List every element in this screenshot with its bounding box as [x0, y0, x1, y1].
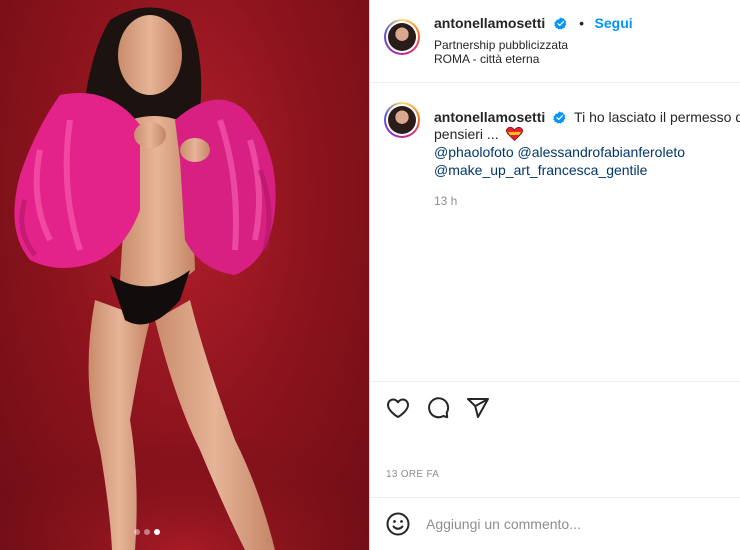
caption-text-cont: pensieri ... [434, 126, 499, 142]
caption-avatar[interactable] [384, 102, 420, 138]
comment-divider [370, 497, 740, 498]
mention-link[interactable]: @alessandrofabianferoleto [518, 144, 686, 160]
comment-input[interactable] [426, 512, 726, 536]
carousel-dot [144, 529, 150, 535]
caption-second-line: pensieri ... [434, 125, 524, 143]
carousel-dot-active [154, 529, 160, 535]
sponsor-label[interactable]: Partnership pubblicizzata [434, 38, 568, 52]
header-username[interactable]: antonellamosetti [434, 15, 545, 31]
caption-first-line: antonellamosetti Ti ho lasciato il perme… [434, 108, 740, 126]
header-title-row: antonellamosetti • Segui [434, 15, 633, 33]
post-media[interactable] [0, 0, 369, 550]
location-link[interactable]: ROMA - città eterna [434, 52, 539, 66]
follow-button[interactable]: Segui [595, 15, 633, 31]
mention-link[interactable]: @phaolofoto [434, 144, 514, 160]
post-timestamp[interactable]: 13 ORE FA [386, 469, 439, 480]
smiley-icon[interactable] [386, 512, 410, 536]
caption-username[interactable]: antonellamosetti [434, 109, 545, 125]
verified-badge-icon [553, 111, 566, 124]
post-photo [0, 7, 369, 550]
post-header: antonellamosetti • Segui Partnership pub… [370, 0, 740, 83]
avatar[interactable] [384, 19, 420, 55]
post-side-panel: antonellamosetti • Segui Partnership pub… [370, 0, 740, 550]
share-icon[interactable] [466, 396, 490, 420]
caption-mentions-row2: @make_up_art_francesca_gentile [434, 161, 647, 179]
actions-divider [370, 381, 740, 382]
verified-badge-icon [553, 17, 567, 30]
mention-link[interactable]: @make_up_art_francesca_gentile [434, 162, 647, 178]
heart-icon[interactable] [386, 396, 410, 420]
separator-dot: • [579, 15, 585, 31]
caption-text: Ti ho lasciato il permesso di S [574, 109, 740, 125]
heart-emoji-icon [506, 126, 524, 142]
carousel-indicator [134, 529, 160, 535]
caption-time[interactable]: 13 h [434, 194, 457, 208]
caption-mentions-row1: @phaolofoto @alessandrofabianferoleto [434, 143, 685, 161]
carousel-dot [134, 529, 140, 535]
comment-icon[interactable] [426, 396, 450, 420]
